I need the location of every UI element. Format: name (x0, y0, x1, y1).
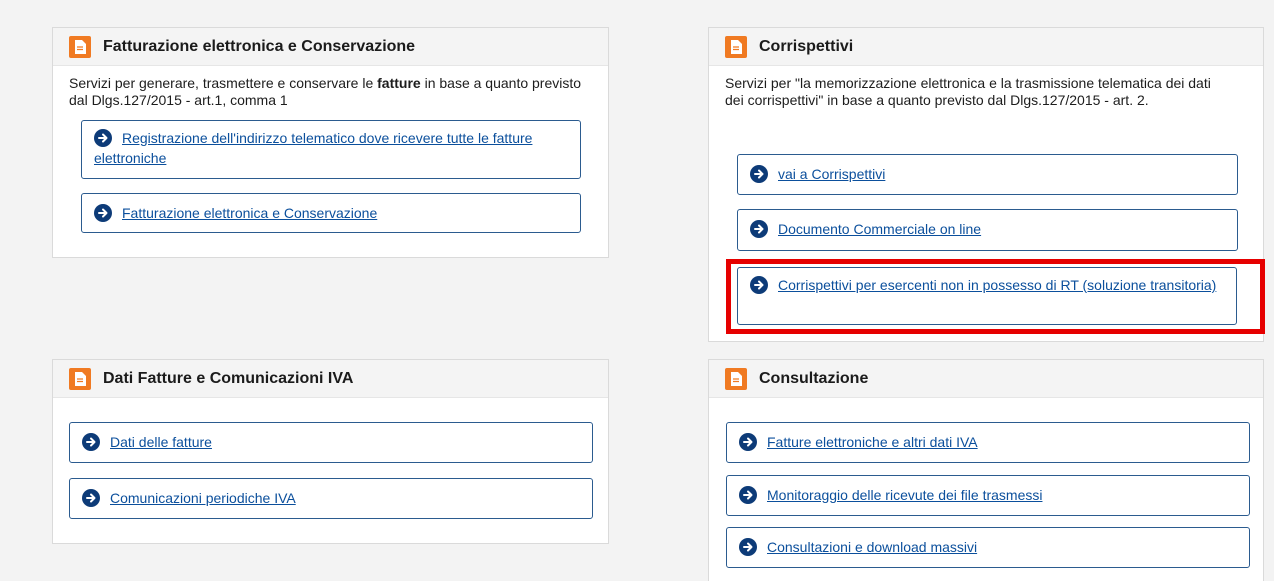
arrow-right-circle-icon (739, 538, 757, 556)
link-text[interactable]: Documento Commerciale on line (778, 221, 981, 237)
arrow-right-circle-icon (750, 220, 768, 238)
link-text[interactable]: Comunicazioni periodiche IVA (110, 490, 296, 506)
card-dati-fatture: Dati Fatture e Comunicazioni IVA Dati de… (52, 359, 609, 544)
card-fatturazione: Fatturazione elettronica e Conservazione… (52, 27, 609, 258)
link-comunicazioni-iva[interactable]: Comunicazioni periodiche IVA (69, 478, 593, 519)
arrow-right-circle-icon (739, 486, 757, 504)
link-text[interactable]: Fatture elettroniche e altri dati IVA (767, 434, 978, 450)
arrow-right-circle-icon (94, 129, 112, 147)
link-text[interactable]: Monitoraggio delle ricevute dei file tra… (767, 487, 1042, 503)
card-header: Consultazione (709, 360, 1263, 398)
document-icon (69, 35, 91, 58)
card-header: Dati Fatture e Comunicazioni IVA (53, 360, 608, 398)
card-description: Servizi per generare, trasmettere e cons… (69, 75, 582, 108)
card-title: Consultazione (759, 369, 869, 387)
card-header: Fatturazione elettronica e Conservazione (53, 28, 608, 66)
card-title: Fatturazione elettronica e Conservazione (103, 37, 416, 55)
bold-keyword: fatture (377, 75, 421, 91)
link-text[interactable]: vai a Corrispettivi (778, 166, 885, 182)
link-text[interactable]: Dati delle fatture (110, 434, 212, 450)
arrow-right-circle-icon (94, 204, 112, 222)
link-registrazione-indirizzo[interactable]: Registrazione dell'indirizzo telematico … (81, 120, 581, 179)
page: Fatturazione elettronica e Conservazione… (0, 0, 1274, 581)
card-header: Corrispettivi (709, 28, 1263, 66)
card-title: Corrispettivi (759, 37, 854, 55)
link-vai-corrispettivi[interactable]: vai a Corrispettivi (737, 154, 1238, 195)
document-icon (725, 367, 747, 390)
link-fatturazione-conservazione[interactable]: Fatturazione elettronica e Conservazione (81, 193, 581, 233)
arrow-right-circle-icon (82, 489, 100, 507)
link-fatture-elettroniche-iva[interactable]: Fatture elettroniche e altri dati IVA (726, 422, 1250, 463)
link-text[interactable]: Registrazione dell'indirizzo telematico … (94, 130, 532, 166)
link-consultazioni-download[interactable]: Consultazioni e download massivi (726, 527, 1250, 568)
card-description: Servizi per "la memorizzazione elettroni… (725, 75, 1211, 108)
card-title: Dati Fatture e Comunicazioni IVA (103, 369, 354, 387)
link-monitoraggio-ricevute[interactable]: Monitoraggio delle ricevute dei file tra… (726, 475, 1250, 516)
highlight-box (726, 259, 1265, 334)
document-icon (69, 367, 91, 390)
link-dati-fatture[interactable]: Dati delle fatture (69, 422, 593, 463)
card-consultazione: Consultazione Fatture elettroniche e alt… (708, 359, 1264, 581)
arrow-right-circle-icon (82, 433, 100, 451)
document-icon (725, 35, 747, 58)
arrow-right-circle-icon (739, 433, 757, 451)
arrow-right-circle-icon (750, 165, 768, 183)
link-text[interactable]: Fatturazione elettronica e Conservazione (122, 205, 377, 221)
link-text[interactable]: Consultazioni e download massivi (767, 539, 977, 555)
link-documento-commerciale[interactable]: Documento Commerciale on line (737, 209, 1238, 251)
